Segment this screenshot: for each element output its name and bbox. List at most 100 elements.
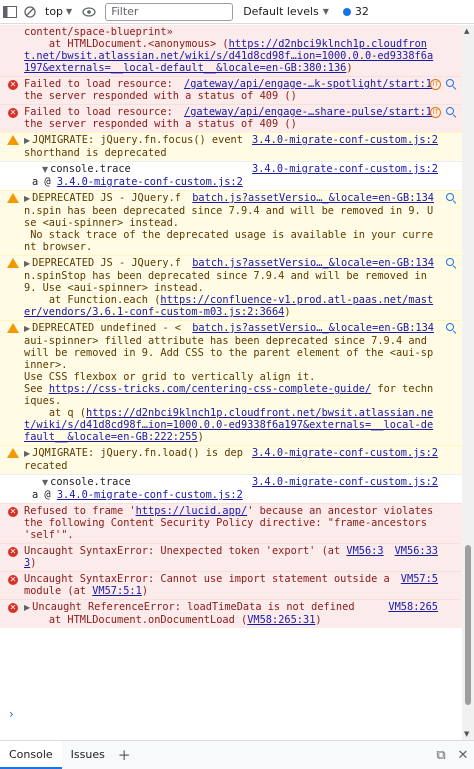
eye-icon[interactable] xyxy=(79,2,99,22)
error-icon: ✕ xyxy=(8,108,18,118)
insight-icon[interactable]: IT xyxy=(430,107,441,118)
error-icon: ✕ xyxy=(8,547,18,557)
message-text: content/space-blueprint» xyxy=(24,26,173,38)
frame-link[interactable]: 3.4.0-migrate-conf-custom.js:2 xyxy=(57,176,243,188)
search-icon[interactable] xyxy=(446,258,456,268)
source-link[interactable]: 3.4.0-migrate-conf-custom.js:2 xyxy=(252,163,438,175)
source-link[interactable]: 3.4.0-migrate-conf-custom.js:2 xyxy=(252,476,438,488)
message-text: JQMIGRATE: jQuery.fn.focus() event short… xyxy=(24,134,250,159)
log-levels-dropdown[interactable]: Default levels ▼ xyxy=(243,5,329,18)
message-text: ) xyxy=(315,614,322,626)
console-message-warning: 3.4.0-migrate-conf-custom.js:2 ▶ JQMIGRATE… xyxy=(0,445,462,474)
console-message-error: ✕ IT /gateway/api/engage-…share-pulse/st… xyxy=(0,104,462,132)
close-drawer-icon[interactable]: ✕ xyxy=(452,748,474,763)
sidebar-toggle-icon[interactable] xyxy=(0,2,20,22)
scroll-down-icon[interactable]: ▼ xyxy=(464,730,469,738)
expand-triangle-icon[interactable]: ▶ xyxy=(24,324,30,333)
console-message-warning: batch.js?assetVersio…_&locale=en-GB:134 ▶… xyxy=(0,190,462,255)
source-link[interactable]: 3.4.0-migrate-conf-custom.js:2 xyxy=(252,447,438,459)
source-link[interactable]: VM57:5 xyxy=(401,573,438,585)
trace-label: console.trace xyxy=(50,163,131,175)
warning-icon xyxy=(7,258,19,268)
source-link[interactable]: batch.js?assetVersio…_&locale=en-GB:134 xyxy=(192,322,434,334)
error-icon: ✕ xyxy=(8,80,18,90)
filter-input[interactable] xyxy=(105,2,234,21)
error-icon: ✕ xyxy=(8,603,18,613)
drawer-tabbar: Console Issues + ⧉ ✕ xyxy=(0,740,474,769)
frame-prefix: a @ xyxy=(32,489,57,501)
source-link[interactable]: /gateway/api/engage-…share-pulse/start:1 xyxy=(184,106,432,118)
console-message-warning: batch.js?assetVersio…_&locale=en-GB:134 ▶… xyxy=(0,320,462,445)
message-text: ) xyxy=(141,585,149,597)
issues-count-badge[interactable]: 32 xyxy=(342,5,369,18)
expand-triangle-icon[interactable]: ▶ xyxy=(24,603,30,612)
message-text: ) xyxy=(346,62,353,74)
message-text: JQMIGRATE: jQuery.fn.load() is deprecate… xyxy=(24,447,243,472)
source-link[interactable]: /gateway/api/engage-…k-spotlight/start:1 xyxy=(184,78,432,90)
console-message-error: content/space-blueprint» at HTMLDocument… xyxy=(0,25,462,76)
warning-icon xyxy=(7,135,19,145)
dock-side-icon[interactable]: ⧉ xyxy=(430,748,452,763)
message-text: Refused to frame ' xyxy=(24,505,136,517)
console-prompt-icon[interactable]: › xyxy=(9,707,14,721)
message-text: at HTMLDocument.<anonymous> ( xyxy=(24,38,229,50)
error-icon: ✕ xyxy=(8,575,18,585)
frame-link[interactable]: 3.4.0-migrate-conf-custom.js:2 xyxy=(57,489,243,501)
source-link[interactable]: 3.4.0-migrate-conf-custom.js:2 xyxy=(252,134,438,146)
frame-prefix: a @ xyxy=(32,176,57,188)
collapse-triangle-icon[interactable]: ▼ xyxy=(42,165,48,174)
console-message-error: ✕ VM57:5 Uncaught SyntaxError: Cannot use… xyxy=(0,571,462,599)
context-value: top xyxy=(45,5,64,18)
source-link[interactable]: VM56:33 xyxy=(395,545,438,557)
context-selector[interactable]: top ▼ xyxy=(42,2,75,22)
trace-label: console.trace xyxy=(50,476,131,488)
add-tab-icon[interactable]: + xyxy=(118,746,131,764)
scrollbar-thumb[interactable] xyxy=(465,545,471,705)
console-message-trace: 3.4.0-migrate-conf-custom.js:2 ▼ console.t… xyxy=(0,474,462,503)
collapse-triangle-icon[interactable]: ▼ xyxy=(42,478,48,487)
expand-triangle-icon[interactable]: ▶ xyxy=(24,259,30,268)
console-toolbar: top ▼ Default levels ▼ 32 xyxy=(0,0,474,24)
message-text: Uncaught SyntaxError: Cannot use import … xyxy=(24,573,396,597)
scroll-up-icon[interactable]: ▲ xyxy=(464,27,469,35)
expand-triangle-icon[interactable]: ▶ xyxy=(24,449,30,458)
reference-link[interactable]: https://css-tricks.com/centering-css-com… xyxy=(49,383,371,395)
warning-icon xyxy=(7,193,19,203)
console-message-warning: 3.4.0-migrate-conf-custom.js:2 ▶ JQMIGRATE… xyxy=(0,132,462,161)
console-scrollbar[interactable]: ▲ ▼ xyxy=(462,25,474,740)
warning-icon xyxy=(7,448,19,458)
expand-triangle-icon[interactable]: ▶ xyxy=(24,136,30,145)
expand-triangle-icon[interactable]: ▶ xyxy=(24,194,30,203)
console-message-error: ✕ VM56:33 Uncaught SyntaxError: Unexpecte… xyxy=(0,543,462,571)
search-icon[interactable] xyxy=(446,323,456,333)
log-levels-label: Default levels xyxy=(243,5,319,18)
issue-dot-icon xyxy=(342,7,351,16)
chevron-down-icon: ▼ xyxy=(322,7,329,16)
source-link[interactable]: batch.js?assetVersio…_&locale=en-GB:134 xyxy=(192,257,434,269)
clear-console-icon[interactable] xyxy=(20,2,40,22)
message-text: Uncaught SyntaxError: Unexpected token '… xyxy=(24,545,347,557)
warning-icon xyxy=(7,323,19,333)
message-text: ) xyxy=(30,557,37,569)
search-icon[interactable] xyxy=(446,193,456,203)
console-log: content/space-blueprint» at HTMLDocument… xyxy=(0,25,462,740)
source-link[interactable]: batch.js?assetVersio…_&locale=en-GB:134 xyxy=(192,192,434,204)
message-text: ) xyxy=(284,306,291,318)
issues-count: 32 xyxy=(354,5,369,18)
stack-link[interactable]: VM57:5:1 xyxy=(92,585,142,597)
search-icon[interactable] xyxy=(446,79,456,89)
error-icon: ✕ xyxy=(8,507,18,517)
insight-icon[interactable]: IT xyxy=(430,79,441,90)
source-link[interactable]: VM58:265 xyxy=(388,601,438,613)
stack-link[interactable]: VM58:265:31 xyxy=(247,614,315,626)
tab-issues[interactable]: Issues xyxy=(62,741,114,769)
chevron-down-icon: ▼ xyxy=(66,7,73,16)
console-message-trace: 3.4.0-migrate-conf-custom.js:2 ▼ console.t… xyxy=(0,161,462,190)
frame-url-link[interactable]: https://lucid.app/ xyxy=(136,505,248,517)
tab-console[interactable]: Console xyxy=(0,741,62,769)
message-text: ) xyxy=(197,431,204,443)
stack-link[interactable]: https://d2nbci9klnch1p.cloudfront.net/bw… xyxy=(24,407,433,443)
console-message-error: ✕ Refused to frame 'https://lucid.app/' … xyxy=(0,503,462,543)
console-message-error: ✕ VM58:265 ▶ Uncaught ReferenceError: load… xyxy=(0,599,462,628)
search-icon[interactable] xyxy=(446,107,456,117)
